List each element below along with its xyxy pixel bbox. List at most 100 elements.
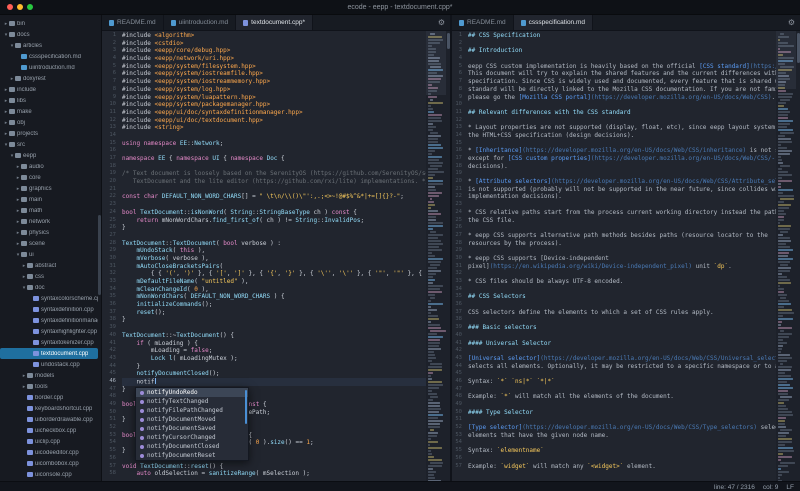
tree-item-graphics[interactable]: ▸graphics [0,183,98,194]
tree-item-label: syntaxcolorscheme.cpp [41,296,98,302]
code-line: * [Inheritance](https://developer.mozill… [468,147,776,155]
tree-item-cssspecification.md[interactable]: cssspecification.md [0,51,98,62]
autocomplete-item[interactable]: notifyDocumentClosed [136,442,248,451]
file-tree[interactable]: ▸bin▾docs▾articlescssspecification.mduii… [0,15,102,481]
autocomplete-item[interactable]: notifyFilePathChanged [136,406,248,415]
tree-item-tools[interactable]: ▸tools [0,381,98,392]
tree-item-syntaxtokenizer.cpp[interactable]: syntaxtokenizer.cpp [0,337,98,348]
tree-item-ui[interactable]: ▾ui [0,249,98,260]
autocomplete-item[interactable]: notifyDocumentSaved [136,424,248,433]
tree-item-bin[interactable]: ▸bin [0,18,98,29]
autocomplete-item[interactable]: notifyDocumentMoved [136,415,248,424]
tree-item-label: keyboardshortcut.cpp [35,406,92,412]
tree-item-projects[interactable]: ▸projects [0,128,98,139]
tab-uiintroduction.md[interactable]: uiintroduction.md [164,15,237,30]
folder-icon [21,186,27,191]
close-window-button[interactable] [7,4,13,10]
tree-item-syntaxdefinitionmanager.cpp[interactable]: syntaxdefinitionmanager.cpp [0,315,98,326]
scrollbar-thumb[interactable] [797,33,800,63]
code-line: Lock l( mLoadingMutex ); [122,355,426,363]
method-icon [140,418,144,422]
minimap[interactable] [776,31,796,481]
tree-item-articles[interactable]: ▾articles [0,40,98,51]
tab-README.md[interactable]: README.md [102,15,164,30]
tree-item-syntaxhighlighter.cpp[interactable]: syntaxhighlighter.cpp [0,326,98,337]
tab-textdocument.cpp*[interactable]: textdocument.cpp* [236,15,313,30]
tree-item-keyboardshortcut.cpp[interactable]: keyboardshortcut.cpp [0,403,98,414]
code-line: ## CSS Specification [468,32,776,40]
autocomplete-scrollbar[interactable] [245,390,247,424]
tree-item-eepp[interactable]: ▾eepp [0,150,98,161]
minimap-viewport[interactable] [776,31,796,89]
tree-item-css[interactable]: ▸css [0,271,98,282]
tree-item-uiborderdrawable.cpp[interactable]: uiborderdrawable.cpp [0,414,98,425]
tree-item-uicheckbox.cpp[interactable]: uicheckbox.cpp [0,425,98,436]
tree-item-uiintroduction.md[interactable]: uiintroduction.md [0,62,98,73]
tree-item-doxyrest[interactable]: ▸doxyrest [0,73,98,84]
file-type-icon [243,20,248,26]
file-icon [27,417,33,422]
tree-item-doc[interactable]: ▾doc [0,282,98,293]
folder-icon [21,241,27,246]
gear-icon[interactable]: ⚙ [788,18,795,27]
autocomplete-item[interactable]: notifyDocumentReset [136,451,248,460]
tree-item-border.cpp[interactable]: border.cpp [0,392,98,403]
maximize-window-button[interactable] [27,4,33,10]
tree-item-make[interactable]: ▸make [0,106,98,117]
tree-item-abstract[interactable]: ▸abstract [0,260,98,271]
autocomplete-item-label: notifyFilePathChanged [147,406,223,415]
tree-item-models[interactable]: ▸models [0,370,98,381]
tree-item-uicodeeditor.cpp[interactable]: uicodeeditor.cpp [0,447,98,458]
code-editor-left[interactable]: 1234567891011121314151617181920212223242… [102,31,450,481]
tree-item-physics[interactable]: ▸physics [0,227,98,238]
autocomplete-item-label: notifyUndoRedo [147,388,198,397]
tree-item-uiconsole.cpp[interactable]: uiconsole.cpp [0,469,98,480]
autocomplete-item-label: notifyCursorChanged [147,433,216,442]
code-editor-right[interactable]: 1234567891011121314151617181920212223242… [452,31,800,481]
tree-item-syntaxcolorscheme.cpp[interactable]: syntaxcolorscheme.cpp [0,293,98,304]
vertical-scrollbar[interactable] [446,31,450,481]
tree-item-textdocument.cpp[interactable]: textdocument.cpp [0,348,98,359]
autocomplete-item[interactable]: notifyCursorChanged [136,433,248,442]
tree-item-audio[interactable]: ▸audio [0,161,98,172]
minimize-window-button[interactable] [17,4,23,10]
tree-item-uicombobox.cpp[interactable]: uicombobox.cpp [0,458,98,469]
tab-README.md[interactable]: README.md [452,15,514,30]
tree-item-src[interactable]: ▾src [0,139,98,150]
code-line: #include <eepp/ui/doc/syntaxdefinitionma… [122,109,426,117]
tab-bar-left: README.mduiintroduction.mdtextdocument.c… [102,15,450,31]
code-area[interactable]: ## CSS Specification## Introductioneepp … [465,31,776,481]
code-line: #include <eepp/system/log.hpp> [122,86,426,94]
status-line-indicator: line: 47 / 2316 [714,484,755,491]
method-icon [140,436,144,440]
vertical-scrollbar[interactable] [796,31,800,481]
folder-icon [9,98,15,103]
tree-item-core[interactable]: ▸core [0,172,98,183]
tree-item-obj[interactable]: ▸obj [0,117,98,128]
code-line: ## Relevant differences with the CSS sta… [468,109,776,117]
folder-icon [9,32,15,37]
tree-item-main[interactable]: ▸main [0,194,98,205]
tree-item-math[interactable]: ▸math [0,205,98,216]
code-line: * eepp CSS supports alternative path met… [468,232,776,240]
scrollbar-thumb[interactable] [447,33,450,49]
autocomplete-popup: notifyUndoRedonotifyTextChangednotifyFil… [135,387,249,461]
autocomplete-item[interactable]: notifyUndoRedo [136,388,248,397]
tree-item-undostack.cpp[interactable]: undostack.cpp [0,359,98,370]
tree-item-syntaxdefinition.cpp[interactable]: syntaxdefinition.cpp [0,304,98,315]
autocomplete-item[interactable]: notifyTextChanged [136,397,248,406]
minimap[interactable] [426,31,446,481]
tree-item-libs[interactable]: ▸libs [0,95,98,106]
folder-icon [21,164,27,169]
code-line: #include <eepp/system/filesystem.hpp> [122,63,426,71]
code-line: #include <cstdio> [122,40,426,48]
tree-item-network[interactable]: ▸network [0,216,98,227]
file-tree-scrollbar-thumb[interactable] [98,215,101,295]
tab-cssspecification.md[interactable]: cssspecification.md [514,15,593,30]
tree-item-scene[interactable]: ▸scene [0,238,98,249]
tree-item-include[interactable]: ▸include [0,84,98,95]
tree-item-uiclip.cpp[interactable]: uiclip.cpp [0,436,98,447]
tree-item-docs[interactable]: ▾docs [0,29,98,40]
gear-icon[interactable]: ⚙ [438,18,445,27]
minimap-viewport[interactable] [426,31,446,95]
